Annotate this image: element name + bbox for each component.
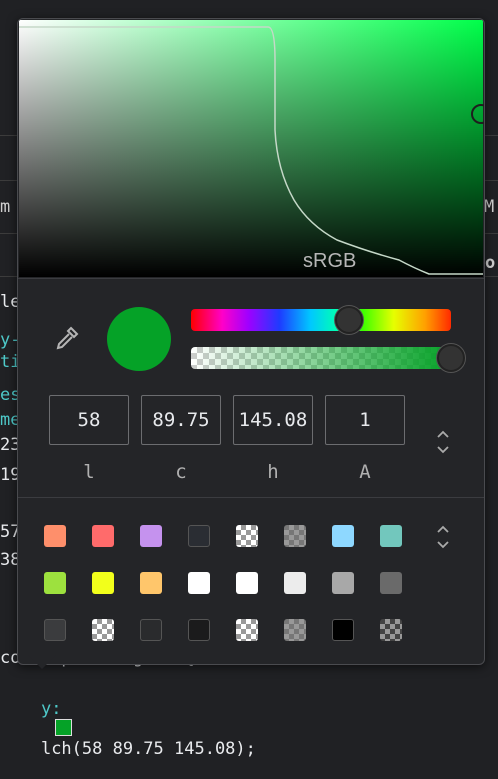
color-handle[interactable] bbox=[471, 104, 484, 124]
alpha-input[interactable]: 1 bbox=[325, 395, 405, 445]
palette-swatch[interactable] bbox=[188, 572, 210, 594]
table-cell-text: M bbox=[484, 197, 495, 217]
palette-swatch[interactable] bbox=[140, 619, 162, 641]
palette-swatch[interactable] bbox=[380, 525, 402, 547]
color-picker-popover: sRGB 58 89.75 145.08 1 l c h A bbox=[17, 18, 485, 665]
hue-input[interactable]: 145.08 bbox=[233, 395, 313, 445]
gamut-label: sRGB bbox=[303, 250, 357, 272]
color-swatch-inline[interactable] bbox=[54, 719, 72, 736]
chroma-label: c bbox=[175, 461, 187, 483]
hue-label: h bbox=[267, 461, 279, 483]
css-property: y: bbox=[40, 699, 62, 719]
palette-swatch[interactable] bbox=[332, 572, 354, 594]
palette-swatch[interactable] bbox=[332, 525, 354, 547]
divider bbox=[18, 497, 484, 498]
srgb-gamut-boundary bbox=[19, 26, 483, 275]
palette-swatch[interactable] bbox=[92, 525, 114, 547]
palette-toggle-icon[interactable] bbox=[434, 522, 452, 552]
palette-swatch[interactable] bbox=[284, 572, 306, 594]
hue-slider-handle[interactable] bbox=[335, 306, 363, 334]
css-value: lch(58 89.75 145.08); bbox=[40, 739, 256, 759]
saturation-value-area[interactable]: sRGB bbox=[19, 20, 484, 277]
table-cell-text: o bbox=[485, 253, 496, 273]
palette-swatch[interactable] bbox=[188, 525, 210, 547]
palette-swatch[interactable] bbox=[236, 572, 258, 594]
palette-swatch[interactable] bbox=[380, 619, 402, 641]
palette-swatch[interactable] bbox=[332, 619, 354, 641]
palette-swatch[interactable] bbox=[140, 525, 162, 547]
palette-swatch[interactable] bbox=[188, 619, 210, 641]
palette-swatch[interactable] bbox=[236, 619, 258, 641]
hue-slider[interactable] bbox=[191, 309, 451, 331]
palette-swatch[interactable] bbox=[92, 572, 114, 594]
eyedropper-icon[interactable] bbox=[52, 323, 82, 353]
table-cell-text: m bbox=[0, 197, 11, 217]
format-toggle-icon[interactable] bbox=[434, 427, 452, 457]
popover-arrow bbox=[28, 655, 56, 669]
palette-swatch[interactable] bbox=[284, 619, 306, 641]
palette-swatch[interactable] bbox=[44, 525, 66, 547]
alpha-label: A bbox=[359, 461, 371, 483]
lightness-label: l bbox=[83, 461, 95, 483]
palette-swatch[interactable] bbox=[44, 572, 66, 594]
lightness-input[interactable]: 58 bbox=[49, 395, 129, 445]
palette-swatch[interactable] bbox=[92, 619, 114, 641]
alpha-slider-handle[interactable] bbox=[437, 344, 465, 372]
palette-swatch[interactable] bbox=[284, 525, 306, 547]
palette-swatch[interactable] bbox=[380, 572, 402, 594]
palette-swatch[interactable] bbox=[236, 525, 258, 547]
current-color-preview bbox=[107, 307, 171, 371]
palette-swatch[interactable] bbox=[44, 619, 66, 641]
alpha-slider[interactable] bbox=[191, 347, 451, 369]
chroma-input[interactable]: 89.75 bbox=[141, 395, 221, 445]
palette-swatch[interactable] bbox=[140, 572, 162, 594]
divider bbox=[18, 278, 484, 279]
